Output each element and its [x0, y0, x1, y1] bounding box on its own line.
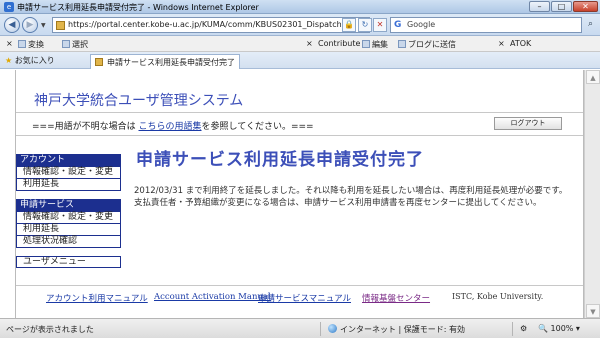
links-toolbar: × 変換 選択 × Contribute 編集 ブログに送信 × ATOK: [0, 36, 600, 52]
sidebar-item-service-status[interactable]: 処理状況確認: [16, 236, 121, 248]
zone-label: インターネット | 保護モード: 有効: [340, 325, 466, 334]
page-favicon-icon: [56, 21, 65, 30]
select-label: 選択: [72, 40, 88, 49]
toolbar-close-mid[interactable]: ×: [306, 39, 313, 48]
search-placeholder: Google: [407, 20, 436, 29]
tab-active[interactable]: 申請サービス利用延長申請受付完了: [90, 54, 240, 69]
footer-link-activation-manual[interactable]: Account Activation Manual: [154, 292, 271, 302]
sidebar-item-account-extend[interactable]: 利用延長: [16, 179, 121, 191]
refresh-icon[interactable]: ↻: [358, 18, 372, 32]
blog-icon: [398, 40, 406, 48]
blog-button[interactable]: ブログに送信: [398, 39, 456, 50]
ie-icon: e: [4, 2, 14, 12]
footer-divider: [16, 285, 583, 286]
tab-favicon-icon: [95, 58, 103, 66]
footer: アカウント利用マニュアル Account Activation Manual 申…: [16, 292, 583, 306]
page-body: 神戸大学統合ユーザ管理システム ===用語が不明な場合は こちらの用語集を参照し…: [15, 70, 584, 318]
edit-button[interactable]: 編集: [362, 39, 388, 50]
favorites-label: お気に入り: [14, 56, 55, 65]
globe-icon: [328, 324, 337, 333]
completion-message: 2012/03/31 まで利用終了を延長しました。それ以降も利用を延長したい場合…: [134, 185, 567, 209]
favorites-button[interactable]: ★ お気に入り: [5, 55, 55, 66]
address-toolbar: ◀ ▶ ▼ https://portal.center.kobe-u.ac.jp…: [0, 14, 600, 36]
stop-icon[interactable]: ✕: [373, 18, 387, 32]
notice-divider: [16, 135, 583, 136]
select-icon: [62, 40, 70, 48]
status-bar: ページが表示されました インターネット | 保護モード: 有効 ⚙ 🔍 100%…: [0, 318, 600, 338]
sidebar: アカウント 情報確認・設定・変更 利用延長 申請サービス 情報確認・設定・変更 …: [16, 154, 121, 268]
scroll-down-icon[interactable]: ▼: [586, 304, 600, 318]
convert-button[interactable]: 変換: [18, 39, 44, 50]
edit-label: 編集: [372, 40, 388, 49]
header-divider: [16, 112, 583, 113]
status-text: ページが表示されました: [6, 325, 94, 334]
convert-label: 変換: [28, 40, 44, 49]
search-icon[interactable]: ⌕: [584, 18, 597, 32]
tabs-bar: ★ お気に入り 申請サービス利用延長申請受付完了: [0, 52, 600, 69]
footer-link-center[interactable]: 情報基盤センター: [362, 292, 430, 304]
security-zone: インターネット | 保護モード: 有効: [328, 324, 465, 335]
search-input[interactable]: G Google: [390, 17, 582, 33]
history-dropdown-icon[interactable]: ▼: [41, 22, 46, 29]
toolbar-close-left[interactable]: ×: [6, 39, 13, 48]
page-viewport: 神戸大学統合ユーザ管理システム ===用語が不明な場合は こちらの用語集を参照し…: [0, 70, 600, 318]
sidebar-header-service: 申請サービス: [16, 199, 121, 212]
glossary-link[interactable]: こちらの用語集: [139, 122, 202, 132]
status-divider-2: [512, 322, 513, 336]
edit-icon: [362, 40, 370, 48]
contribute-button[interactable]: Contribute: [318, 39, 360, 48]
atok-button[interactable]: ATOK: [510, 39, 531, 48]
notice-suffix: を参照してください。===: [201, 122, 314, 132]
url-field[interactable]: https://portal.center.kobe-u.ac.jp/KUMA/…: [52, 17, 370, 33]
footer-link-service-manual[interactable]: 申請サービスマニュアル: [258, 292, 351, 304]
system-title: 神戸大学統合ユーザ管理システム: [34, 93, 244, 109]
back-button[interactable]: ◀: [4, 17, 20, 33]
sidebar-item-service-info[interactable]: 情報確認・設定・変更: [16, 212, 121, 224]
tab-label: 申請サービス利用延長申請受付完了: [107, 58, 235, 67]
footer-link-account-manual[interactable]: アカウント利用マニュアル: [46, 292, 148, 304]
star-icon: ★: [5, 56, 13, 65]
window-titlebar: e 申請サービス利用延長申請受付完了 - Windows Internet Ex…: [0, 0, 600, 14]
zoom-label: 100%: [550, 324, 574, 333]
maximize-button[interactable]: □: [551, 1, 572, 12]
forward-button[interactable]: ▶: [22, 17, 38, 33]
lock-icon[interactable]: 🔒: [342, 18, 356, 32]
window-title: 申請サービス利用延長申請受付完了 - Windows Internet Expl…: [17, 3, 259, 12]
scroll-up-icon[interactable]: ▲: [586, 70, 600, 84]
sidebar-item-account-info[interactable]: 情報確認・設定・変更: [16, 167, 121, 179]
message-line-2: 支払責任者・予算組織が変更になる場合は、申請サービス利用申請書を再度センターに提…: [134, 198, 542, 208]
close-window-button[interactable]: ✕: [573, 1, 598, 12]
toolbar-close-right[interactable]: ×: [498, 39, 505, 48]
status-divider: [320, 322, 321, 336]
sidebar-header-account: アカウント: [16, 154, 121, 167]
message-line-1: 2012/03/31 まで利用終了を延長しました。それ以降も利用を延長したい場合…: [134, 186, 568, 196]
protected-mode-icon[interactable]: ⚙: [520, 324, 527, 333]
convert-icon: [18, 40, 26, 48]
minimize-button[interactable]: –: [529, 1, 550, 12]
blog-label: ブログに送信: [408, 40, 456, 49]
copyright: ISTC, Kobe University.: [452, 292, 544, 301]
google-logo-icon: G: [394, 20, 402, 30]
glossary-notice: ===用語が不明な場合は こちらの用語集を参照してください。===: [32, 119, 314, 132]
url-text: https://portal.center.kobe-u.ac.jp/KUMA/…: [68, 20, 355, 29]
page-title: 申請サービス利用延長申請受付完了: [136, 150, 424, 170]
vertical-scrollbar[interactable]: ▲ ▼: [584, 70, 600, 318]
logout-button[interactable]: ログアウト: [494, 117, 562, 130]
sidebar-item-user-menu[interactable]: ユーザメニュー: [16, 256, 121, 268]
notice-prefix: ===用語が不明な場合は: [32, 122, 136, 132]
zoom-level[interactable]: 🔍 100% ▾: [538, 324, 580, 333]
select-button[interactable]: 選択: [62, 39, 88, 50]
sidebar-item-service-extend[interactable]: 利用延長: [16, 224, 121, 236]
